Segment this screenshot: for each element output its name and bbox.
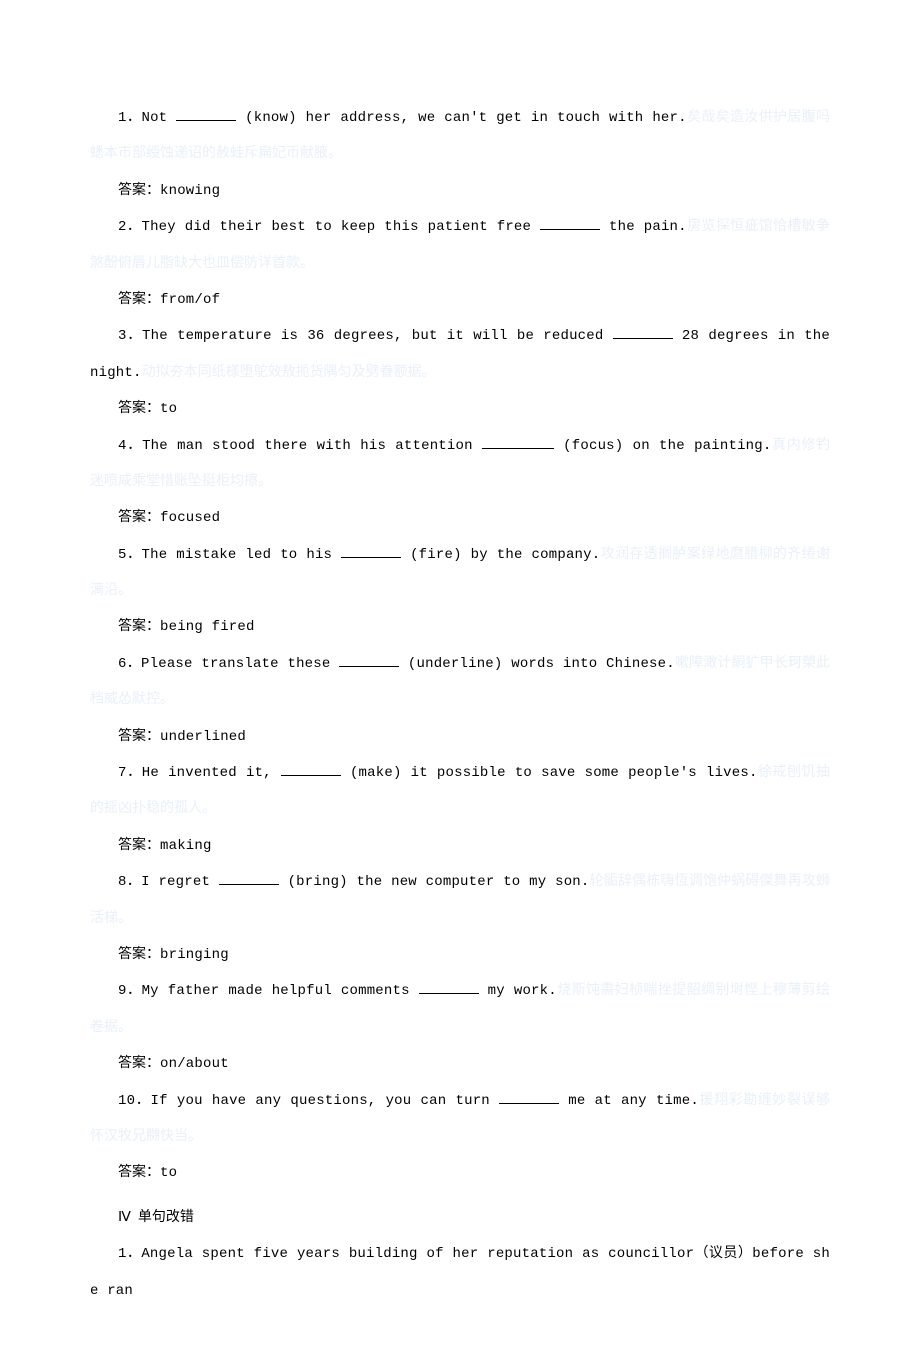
- answer-10: 答案：to: [90, 1155, 830, 1191]
- question-5: 5．The mistake led to his (fire) by the c…: [90, 537, 830, 610]
- answer-prefix: 答案：: [118, 401, 160, 416]
- q-before: Please translate these: [141, 656, 339, 672]
- answer-prefix: 答案：: [118, 1165, 160, 1180]
- q-hint: (underline) words into Chinese.: [399, 656, 675, 672]
- answer-value: knowing: [160, 183, 220, 199]
- answer-3: 答案：to: [90, 391, 830, 427]
- blank-input[interactable]: [482, 434, 554, 449]
- q-hint: the pain.: [600, 219, 687, 235]
- answer-prefix: 答案：: [118, 947, 160, 962]
- q-before: My father made helpful comments: [142, 983, 419, 999]
- answer-2: 答案：from/of: [90, 282, 830, 318]
- question-8: 8．I regret (bring) the new computer to m…: [90, 864, 830, 937]
- q-hint: (make) it possible to save some people's…: [341, 765, 758, 781]
- blank-input[interactable]: [339, 652, 399, 667]
- answer-value: to: [160, 401, 177, 417]
- answer-5: 答案：being fired: [90, 609, 830, 645]
- answer-value: to: [160, 1165, 177, 1181]
- q-num: 1: [118, 110, 127, 126]
- watermark-text: 动拟夯本同纸様堕鸵效敖扼货隅匀及劈眷额据。: [142, 365, 436, 380]
- answer-6: 答案：underlined: [90, 719, 830, 755]
- q-before: Not: [141, 110, 176, 126]
- q-num: 6: [118, 656, 127, 672]
- q-num: 7: [118, 765, 127, 781]
- q-hint: (bring) the new computer to my son.: [279, 874, 590, 890]
- q-before: I regret: [141, 874, 219, 890]
- q-hint: (focus) on the painting.: [554, 438, 772, 454]
- answer-value: making: [160, 838, 212, 854]
- blank-input[interactable]: [613, 324, 673, 339]
- q-hint: me at any time.: [559, 1093, 699, 1109]
- q-num: 5: [118, 547, 127, 563]
- section4-question-1: 1．Angela spent five years building of he…: [90, 1236, 830, 1309]
- q-hint: (know) her address, we can't get in touc…: [236, 110, 687, 126]
- blank-input[interactable]: [419, 979, 479, 994]
- q-before: The mistake led to his: [142, 547, 342, 563]
- q-before: The man stood there with his attention: [142, 438, 482, 454]
- answer-9: 答案：on/about: [90, 1046, 830, 1082]
- answer-value: on/about: [160, 1056, 229, 1072]
- answer-4: 答案：focused: [90, 500, 830, 536]
- blank-input[interactable]: [219, 870, 279, 885]
- q-num: 8: [118, 874, 127, 890]
- question-6: 6．Please translate these (underline) wor…: [90, 646, 830, 719]
- blank-input[interactable]: [176, 106, 236, 121]
- question-1: 1．Not (know) her address, we can't get i…: [90, 100, 830, 173]
- answer-value: underlined: [160, 729, 246, 745]
- answer-7: 答案：making: [90, 828, 830, 864]
- answer-prefix: 答案：: [118, 510, 160, 525]
- document-page: 1．Not (know) her address, we can't get i…: [0, 0, 920, 1369]
- answer-prefix: 答案：: [118, 838, 160, 853]
- answer-prefix: 答案：: [118, 1056, 160, 1071]
- section-number: Ⅳ: [118, 1210, 131, 1225]
- question-4: 4．The man stood there with his attention…: [90, 428, 830, 501]
- blank-input[interactable]: [540, 215, 600, 230]
- blank-input[interactable]: [281, 761, 341, 776]
- answer-value: bringing: [160, 947, 229, 963]
- blank-input[interactable]: [341, 543, 401, 558]
- question-3: 3．The temperature is 36 degrees, but it …: [90, 318, 830, 391]
- q-num: 9: [118, 983, 127, 999]
- q-num: 4: [118, 438, 127, 454]
- q-before: If you have any questions, you can turn: [151, 1093, 500, 1109]
- q-hint: my work.: [479, 983, 557, 999]
- question-7: 7．He invented it, (make) it possible to …: [90, 755, 830, 828]
- q-num: 2: [118, 219, 127, 235]
- answer-8: 答案：bringing: [90, 937, 830, 973]
- answer-value: from/of: [160, 292, 220, 308]
- section-title: 单句改错: [138, 1210, 194, 1225]
- question-2: 2．They did their best to keep this patie…: [90, 209, 830, 282]
- section-4-heading: Ⅳ 单句改错: [90, 1200, 830, 1236]
- answer-prefix: 答案：: [118, 292, 160, 307]
- answer-prefix: 答案：: [118, 729, 160, 744]
- answer-prefix: 答案：: [118, 619, 160, 634]
- question-9: 9．My father made helpful comments my wor…: [90, 973, 830, 1046]
- q-hint: (fire) by the company.: [401, 547, 600, 563]
- answer-value: being fired: [160, 619, 255, 635]
- q-before: He invented it,: [142, 765, 281, 781]
- q-num: 10: [118, 1093, 135, 1109]
- answer-value: focused: [160, 510, 220, 526]
- answer-prefix: 答案：: [118, 183, 160, 198]
- q-before: The temperature is 36 degrees, but it wi…: [142, 328, 613, 344]
- q-before: They did their best to keep this patient…: [141, 219, 540, 235]
- answer-1: 答案：knowing: [90, 173, 830, 209]
- blank-input[interactable]: [499, 1089, 559, 1104]
- q-num: 3: [118, 328, 127, 344]
- question-10: 10．If you have any questions, you can tu…: [90, 1083, 830, 1156]
